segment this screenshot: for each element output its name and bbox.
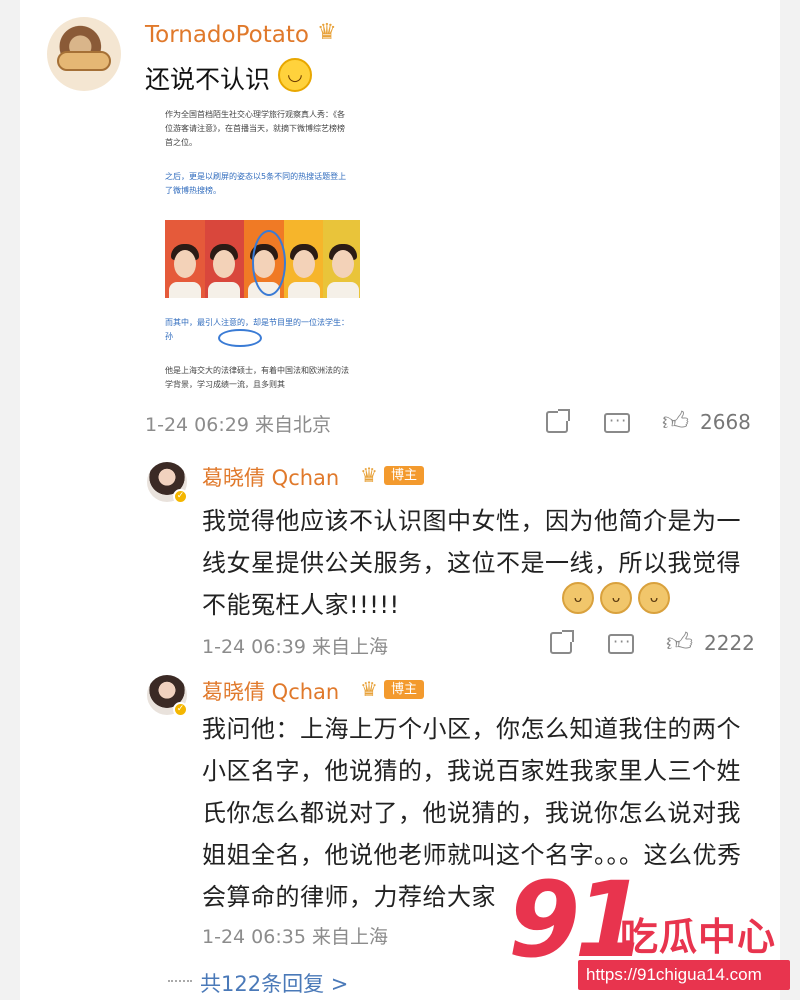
embedded-screenshot[interactable]: 作为全国首档陌生社交心理学旅行观察真人秀：《各位游客请注意》，在首播当天，就摘下… bbox=[145, 98, 360, 388]
avatar[interactable] bbox=[47, 17, 121, 91]
embed-paragraph: 作为全国首档陌生社交心理学旅行观察真人秀：《各位游客请注意》，在首播当天，就摘下… bbox=[165, 110, 345, 147]
like-icon[interactable]: 👍︎ bbox=[666, 630, 693, 656]
verified-icon: ✓ bbox=[173, 702, 188, 717]
crown-icon: ♛ bbox=[317, 20, 337, 45]
comment-icon[interactable] bbox=[604, 408, 630, 434]
embed-paragraph: 他是上海交大的法律硕士，有着中国法和欧洲法的法学背景，学习成绩一流，且多则其 bbox=[165, 366, 349, 388]
laugh-icon: ◡ bbox=[278, 58, 312, 92]
like-count: 2222 bbox=[704, 631, 755, 655]
like-icon[interactable]: 👍︎ bbox=[662, 409, 689, 435]
watermark-logo: 91 吃瓜中心 https://91chigua14.com bbox=[508, 868, 790, 992]
post-location: 来自北京 bbox=[254, 414, 331, 436]
blogger-badge: ♛ 博主 bbox=[360, 677, 428, 701]
embed-paragraph: 之后，更是以刷屏的姿态以5条不同的热搜话题登上了微博热搜榜。 bbox=[165, 172, 347, 195]
watermark-url: https://91chigua14.com bbox=[578, 960, 790, 990]
verified-icon: ✓ bbox=[173, 489, 188, 504]
divider-dots bbox=[168, 980, 192, 982]
share-icon[interactable] bbox=[546, 409, 570, 433]
blogger-badge: ♛ 博主 bbox=[360, 463, 428, 487]
reply-meta: 1-24 06:39 来自上海 bbox=[202, 632, 388, 659]
badge-label: 博主 bbox=[384, 466, 424, 485]
post-username[interactable]: TornadoPotato bbox=[145, 22, 309, 48]
highlight-circle bbox=[218, 329, 262, 347]
reply-location: 来自上海 bbox=[311, 926, 388, 948]
reply-username[interactable]: 葛晓倩 Qchan bbox=[202, 462, 339, 492]
reply-text: 我觉得他应该不认识图中女性，因为他简介是为一线女星提供公关服务，这位不是一线，所… bbox=[202, 507, 741, 619]
reply-time: 1-24 06:39 bbox=[202, 636, 306, 658]
post-meta: 1-24 06:29 来自北京 bbox=[145, 410, 331, 437]
post-text: 还说不认识 bbox=[145, 65, 271, 94]
weibo-comment-card: TornadoPotato ♛ 还说不认识 ◡ 作为全国首档陌生社交心理学旅行观… bbox=[20, 0, 780, 1000]
reply-meta: 1-24 06:35 来自上海 bbox=[202, 922, 388, 949]
fish-toy-image bbox=[57, 51, 111, 71]
like-count: 2668 bbox=[700, 410, 751, 434]
highlight-circle bbox=[252, 230, 286, 296]
reply-time: 1-24 06:35 bbox=[202, 926, 306, 948]
more-replies-link[interactable]: 共122条回复 > bbox=[200, 968, 348, 998]
watermark-name: 吃瓜中心 bbox=[620, 915, 777, 959]
post-time: 1-24 06:29 bbox=[145, 414, 249, 436]
reply-username[interactable]: 葛晓倩 Qchan bbox=[202, 676, 339, 706]
comment-icon[interactable] bbox=[608, 629, 634, 655]
badge-label: 博主 bbox=[384, 680, 424, 699]
share-icon[interactable] bbox=[550, 630, 574, 654]
reply-location: 来自上海 bbox=[311, 636, 388, 658]
doge-icon: ᴗ bbox=[562, 582, 594, 614]
doge-icon: ᴗ bbox=[638, 582, 670, 614]
doge-icon: ᴗ bbox=[600, 582, 632, 614]
